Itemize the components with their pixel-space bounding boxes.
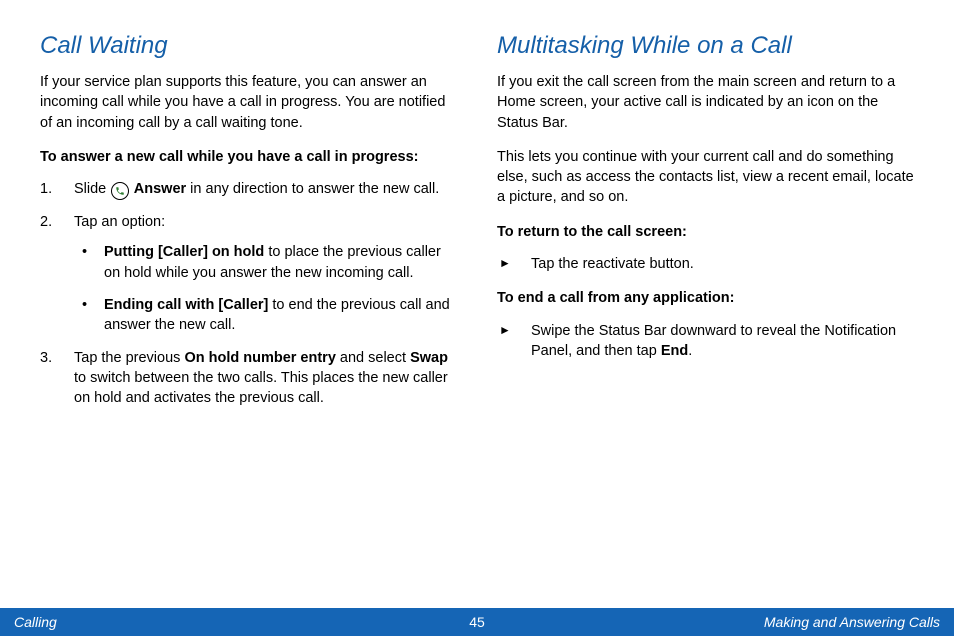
step-3-e: to switch between the two calls. This pl… xyxy=(74,370,448,406)
option-hold-bold: Putting [Caller] on hold xyxy=(104,244,264,260)
option-hold: Putting [Caller] on hold to place the pr… xyxy=(74,242,457,283)
end-item: Swipe the Status Bar downward to reveal … xyxy=(497,321,914,362)
step-3-d: Swap xyxy=(410,350,448,366)
instruction-lead: To answer a new call while you have a ca… xyxy=(40,147,457,167)
paragraph-2: This lets you continue with your current… xyxy=(497,147,914,208)
footer-bar: Calling 45 Making and Answering Calls xyxy=(0,608,954,636)
end-lead: To end a call from any application: xyxy=(497,288,914,308)
option-end: Ending call with [Caller] to end the pre… xyxy=(74,295,457,336)
footer-left: Calling xyxy=(14,614,57,630)
footer-page-number: 45 xyxy=(469,614,485,630)
option-end-bold: Ending call with [Caller] xyxy=(104,297,268,313)
numbered-steps: Slide Answer in any direction to answer … xyxy=(40,179,457,408)
return-item: Tap the reactivate button. xyxy=(497,254,914,274)
footer-right: Making and Answering Calls xyxy=(764,614,940,630)
step-3-c: and select xyxy=(336,350,410,366)
return-lead: To return to the call screen: xyxy=(497,222,914,242)
left-column: Call Waiting If your service plan suppor… xyxy=(40,32,457,590)
step-1-text-a: Slide xyxy=(74,181,110,197)
heading-call-waiting: Call Waiting xyxy=(40,32,457,60)
step-1-bold: Answer xyxy=(130,181,186,197)
right-column: Multitasking While on a Call If you exit… xyxy=(497,32,914,590)
options-list: Putting [Caller] on hold to place the pr… xyxy=(74,242,457,335)
paragraph-1: If you exit the call screen from the mai… xyxy=(497,72,914,133)
end-item-c: . xyxy=(688,343,692,359)
step-1-text-c: in any direction to answer the new call. xyxy=(186,181,439,197)
phone-icon xyxy=(111,182,129,200)
step-2-text: Tap an option: xyxy=(74,214,165,230)
intro-paragraph: If your service plan supports this featu… xyxy=(40,72,457,133)
step-3: Tap the previous On hold number entry an… xyxy=(40,348,457,409)
step-3-b: On hold number entry xyxy=(184,350,335,366)
step-3-a: Tap the previous xyxy=(74,350,184,366)
step-2: Tap an option: Putting [Caller] on hold … xyxy=(40,212,457,335)
page-content: Call Waiting If your service plan suppor… xyxy=(0,0,954,590)
end-item-b: End xyxy=(661,343,688,359)
heading-multitasking: Multitasking While on a Call xyxy=(497,32,914,60)
end-item-a: Swipe the Status Bar downward to reveal … xyxy=(531,323,896,359)
step-1: Slide Answer in any direction to answer … xyxy=(40,179,457,200)
return-list: Tap the reactivate button. xyxy=(497,254,914,274)
end-list: Swipe the Status Bar downward to reveal … xyxy=(497,321,914,362)
